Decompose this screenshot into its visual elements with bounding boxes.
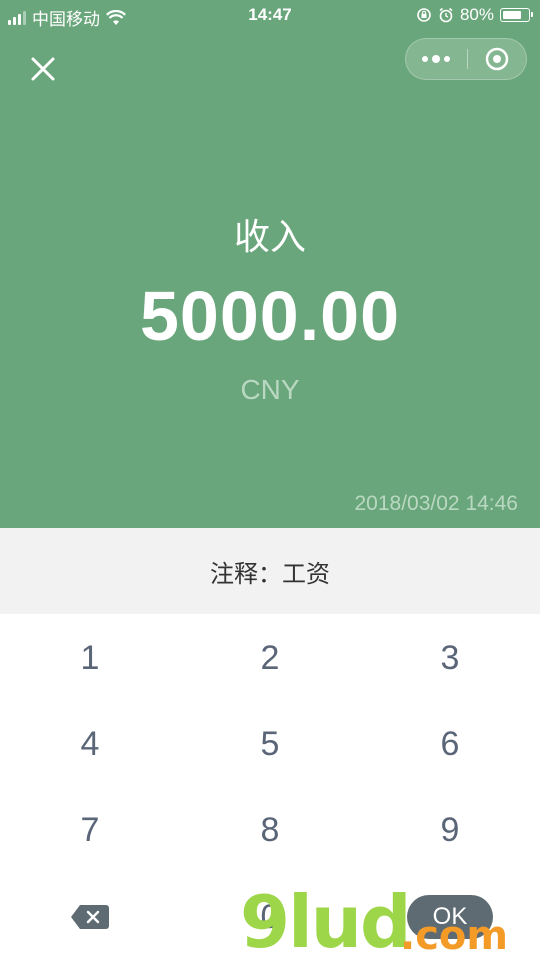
key-2[interactable]: 2 (180, 615, 360, 701)
key-9[interactable]: 9 (360, 787, 540, 873)
battery-icon (500, 8, 533, 22)
target-icon[interactable] (468, 39, 526, 79)
close-icon[interactable] (26, 52, 60, 86)
more-dots-icon[interactable] (406, 39, 466, 79)
rotation-lock-icon (417, 8, 431, 22)
key-3[interactable]: 3 (360, 615, 540, 701)
key-4[interactable]: 4 (0, 701, 180, 787)
key-8[interactable]: 8 (180, 787, 360, 873)
key-5[interactable]: 5 (180, 701, 360, 787)
key-0[interactable]: 0 (180, 874, 360, 960)
key-7[interactable]: 7 (0, 787, 180, 873)
backspace-icon (71, 905, 109, 929)
record-type-label: 收入 (233, 216, 306, 257)
currency-label[interactable]: CNY (0, 374, 540, 406)
record-timestamp[interactable]: 2018/03/02 14:46 (355, 492, 519, 516)
amount-display: 5000.00 (139, 277, 401, 355)
status-right: 80% (416, 5, 533, 25)
battery-fill (503, 11, 522, 19)
numeric-keypad: 1 2 3 4 5 6 7 8 9 0 OK (0, 614, 540, 960)
key-1[interactable]: 1 (0, 615, 180, 701)
status-bar: 中国移动 14:47 80% (0, 0, 540, 30)
key-6[interactable]: 6 (360, 701, 540, 787)
backspace-key[interactable] (0, 874, 180, 960)
note-field[interactable]: 注释：工资 (0, 528, 540, 614)
alarm-icon (439, 7, 453, 23)
ok-button[interactable]: OK (407, 895, 493, 939)
note-text: 注释：工资 (210, 560, 330, 588)
mini-program-capsule (405, 38, 527, 80)
battery-percent: 80% (459, 5, 494, 24)
record-header: 中国移动 14:47 80% 收入 5000.00 CNY 2018/03/02… (0, 0, 540, 528)
